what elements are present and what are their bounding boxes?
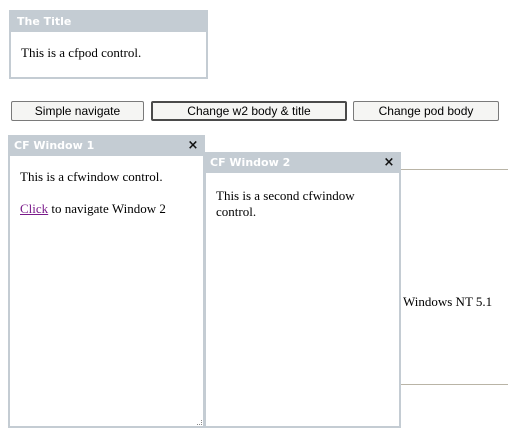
window-2-title: CF Window 2 (206, 154, 399, 173)
change-pod-body-button[interactable]: Change pod body (353, 101, 499, 121)
window-1-close-icon[interactable]: × (186, 139, 200, 153)
cf-window-1: CF Window 1 × This is a cfwindow control… (8, 135, 205, 428)
cf-window-2: CF Window 2 × This is a second cfwindow … (204, 152, 401, 428)
window-1-body: This is a cfwindow control. Click to nav… (20, 169, 200, 217)
window-2-close-icon[interactable]: × (382, 156, 396, 170)
window-2-body-text: This is a second cfwindow control. (216, 188, 355, 219)
change-w2-body-title-button[interactable]: Change w2 body & title (151, 101, 347, 121)
window-1-title: CF Window 1 (10, 137, 203, 156)
frame-top-line (398, 169, 508, 170)
window-1-navigate-line: Click to navigate Window 2 (20, 201, 200, 217)
cfpod: The Title This is a cfpod control. (9, 10, 208, 79)
window-1-body-text: This is a cfwindow control. (20, 169, 163, 184)
pod-body: This is a cfpod control. (21, 45, 142, 60)
window-1-resize-handle[interactable] (197, 420, 202, 425)
frame-bottom-line (398, 384, 508, 385)
click-link[interactable]: Click (20, 201, 48, 216)
simple-navigate-button[interactable]: Simple navigate (11, 101, 144, 121)
window-1-navigate-text: to navigate Window 2 (48, 201, 166, 216)
os-info-text: Windows NT 5.1 (403, 294, 493, 309)
pod-title: The Title (11, 12, 206, 32)
